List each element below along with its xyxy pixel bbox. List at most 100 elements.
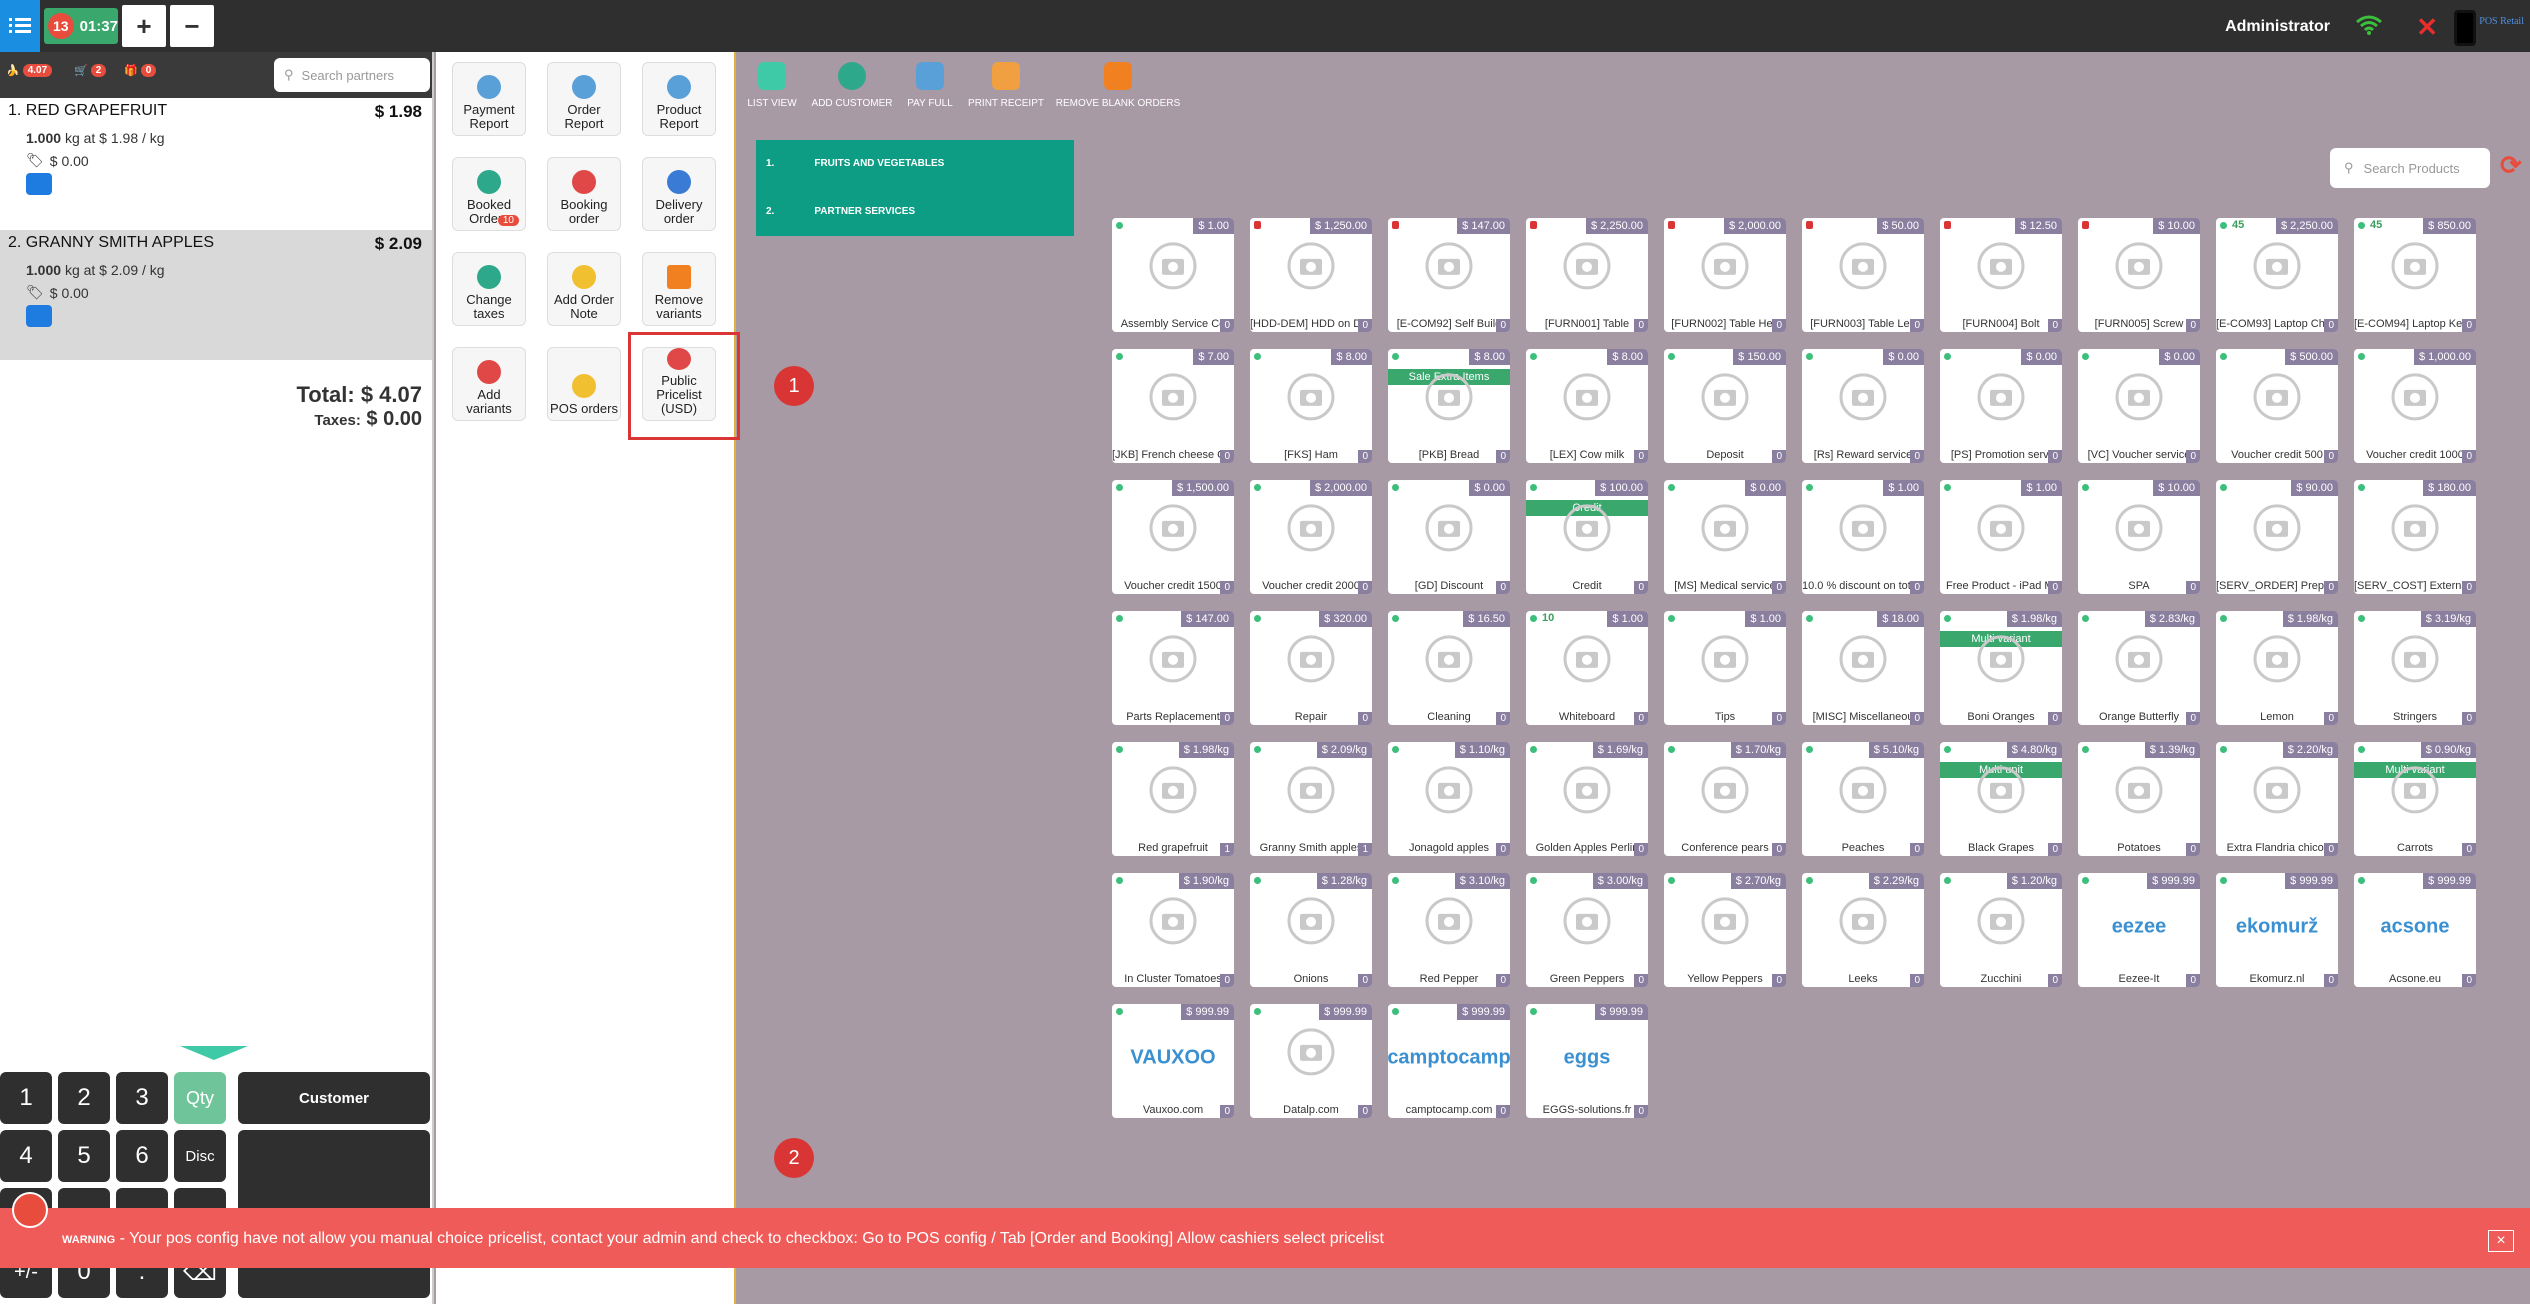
product-tile[interactable]: $ 2.29/kg Leeks 0 <box>1802 873 1924 987</box>
product-tile[interactable]: $ 1.00 Assembly Service Co 0 <box>1112 218 1234 332</box>
product-tile[interactable]: $ 0.00 [GD] Discount 0 <box>1388 480 1510 594</box>
key-5[interactable]: 5 <box>58 1130 110 1182</box>
product-tile[interactable]: $ 999.99 eezee Eezee-It 0 <box>2078 873 2200 987</box>
product-tile[interactable]: $ 1,000.00 Voucher credit 1000 0 <box>2354 349 2476 463</box>
product-tile[interactable]: $ 999.99 Datalp.com 0 <box>1250 1004 1372 1118</box>
close-icon[interactable]: ✕ <box>2416 12 2438 43</box>
product-tile[interactable]: $ 10.00 [FURN005] Screw 0 <box>2078 218 2200 332</box>
product-tile[interactable]: $ 1.98/kg Multi variant Boni Oranges 0 <box>1940 611 2062 725</box>
product-tile[interactable]: $ 2.70/kg Yellow Peppers 0 <box>1664 873 1786 987</box>
product-report-button[interactable]: Product Report <box>642 62 716 136</box>
print-receipt-button[interactable]: PRINT RECEIPT <box>951 62 1061 109</box>
customer-button[interactable]: Customer <box>238 1072 430 1124</box>
product-tile[interactable]: 10 $ 1.00 Whiteboard 0 <box>1526 611 1648 725</box>
product-tile[interactable]: 45 $ 850.00 [E-COM94] Laptop Keypad 0 <box>2354 218 2476 332</box>
product-tile[interactable]: $ 1.00 10.0 % discount on total amount0 <box>1802 480 1924 594</box>
product-tile[interactable]: $ 1.28/kg Onions 0 <box>1250 873 1372 987</box>
product-tile[interactable]: $ 180.00 [SERV_COST] External Audit0 <box>2354 480 2476 594</box>
product-tile[interactable]: $ 16.50 Cleaning 0 <box>1388 611 1510 725</box>
partner-search[interactable]: ⚲ Search partners <box>274 58 430 92</box>
phone-icon[interactable] <box>2454 10 2476 46</box>
product-tile[interactable]: 45 $ 2,250.00 [E-COM93] Laptop Charger 0 <box>2216 218 2338 332</box>
key-1[interactable]: 1 <box>0 1072 52 1124</box>
current-order-tab[interactable]: 13 01:37 <box>44 8 118 44</box>
product-search[interactable]: ⚲ Search Products <box>2330 148 2490 188</box>
payment-report-button[interactable]: Payment Report <box>452 62 526 136</box>
product-tile[interactable]: $ 2.09/kg Granny Smith apples 1 <box>1250 742 1372 856</box>
product-tile[interactable]: $ 999.99 VAUXOO Vauxoo.com 0 <box>1112 1004 1234 1118</box>
notification-bell-icon[interactable] <box>12 1192 48 1228</box>
delete-order-button[interactable]: − <box>170 5 214 47</box>
key-6[interactable]: 6 <box>116 1130 168 1182</box>
product-search-input[interactable]: Search Products <box>2364 161 2460 176</box>
add-variants-button[interactable]: Add variants <box>452 347 526 421</box>
product-tile[interactable]: $ 4.80/kg Multi unit Black Grapes 0 <box>1940 742 2062 856</box>
product-tile[interactable]: $ 999.99 camptocamp camptocamp.com 0 <box>1388 1004 1510 1118</box>
product-tile[interactable]: $ 10.00 SPA 0 <box>2078 480 2200 594</box>
product-tile[interactable]: $ 8.00 Sale Extra Items [PKB] Bread 0 <box>1388 349 1510 463</box>
category-partner-services[interactable]: 2. PARTNER SERVICES <box>766 206 915 217</box>
product-tile[interactable]: $ 0.00 [PS] Promotion servi 0 <box>1940 349 2062 463</box>
note-icon[interactable] <box>26 305 52 327</box>
key-3[interactable]: 3 <box>116 1072 168 1124</box>
product-tile[interactable]: $ 0.00 [VC] Voucher service 0 <box>2078 349 2200 463</box>
product-tile[interactable]: $ 1.98/kg Red grapefruit 1 <box>1112 742 1234 856</box>
product-tile[interactable]: $ 3.00/kg Green Peppers 0 <box>1526 873 1648 987</box>
product-tile[interactable]: $ 1.98/kg Lemon 0 <box>2216 611 2338 725</box>
product-tile[interactable]: $ 147.00 Parts Replacement 0 <box>1112 611 1234 725</box>
product-tile[interactable]: $ 0.00 [MS] Medical service 0 <box>1664 480 1786 594</box>
change-taxes-button[interactable]: Change taxes <box>452 252 526 326</box>
product-tile[interactable]: $ 0.00 [Rs] Reward service 0 <box>1802 349 1924 463</box>
product-tile[interactable]: $ 7.00 [JKB] French cheese Camembert0 <box>1112 349 1234 463</box>
add-order-note-button[interactable]: Add Order Note <box>547 252 621 326</box>
warning-close-button[interactable]: × <box>2488 1230 2514 1252</box>
new-order-button[interactable]: + <box>122 5 166 47</box>
chevron-down-icon[interactable] <box>180 1046 248 1060</box>
product-tile[interactable]: $ 5.10/kg Peaches 0 <box>1802 742 1924 856</box>
product-tile[interactable]: $ 18.00 [MISC] Miscellaneou 0 <box>1802 611 1924 725</box>
delivery-order-button[interactable]: Delivery order <box>642 157 716 231</box>
disc-mode-button[interactable]: Disc <box>174 1130 226 1182</box>
pos-orders-button[interactable]: POS orders <box>547 347 621 421</box>
order-report-button[interactable]: Order Report <box>547 62 621 136</box>
product-tile[interactable]: $ 1.10/kg Jonagold apples 0 <box>1388 742 1510 856</box>
product-tile[interactable]: $ 2.20/kg Extra Flandria chicor 0 <box>2216 742 2338 856</box>
product-tile[interactable]: $ 2,000.00 [FURN002] Table Hea 0 <box>1664 218 1786 332</box>
remove-variants-button[interactable]: Remove variants <box>642 252 716 326</box>
product-tile[interactable]: $ 2,000.00 Voucher credit 2000 0 <box>1250 480 1372 594</box>
product-tile[interactable]: $ 100.00 Credit Credit 0 <box>1526 480 1648 594</box>
booked-orders-button[interactable]: Booked Orders 10 <box>452 157 526 231</box>
note-icon[interactable] <box>26 173 52 195</box>
qty-mode-button[interactable]: Qty <box>174 1072 226 1124</box>
product-tile[interactable]: $ 1,250.00 [HDD-DEM] HDD on Demand0 <box>1250 218 1372 332</box>
key-2[interactable]: 2 <box>58 1072 110 1124</box>
product-tile[interactable]: $ 8.00 [FKS] Ham 0 <box>1250 349 1372 463</box>
order-line-selected[interactable]: 2. GRANNY SMITH APPLES $ 2.09 1.000 kg a… <box>0 230 432 360</box>
product-tile[interactable]: $ 150.00 Deposit 0 <box>1664 349 1786 463</box>
product-tile[interactable]: $ 8.00 [LEX] Cow milk 0 <box>1526 349 1648 463</box>
product-tile[interactable]: $ 999.99 eggs EGGS-solutions.fr 0 <box>1526 1004 1648 1118</box>
product-tile[interactable]: $ 1,500.00 Voucher credit 1500 0 <box>1112 480 1234 594</box>
remove-blank-orders-button[interactable]: REMOVE BLANK ORDERS <box>1056 62 1180 109</box>
product-tile[interactable]: $ 12.50 [FURN004] Bolt 0 <box>1940 218 2062 332</box>
booking-order-button[interactable]: Booking order <box>547 157 621 231</box>
category-fruits[interactable]: 1. FRUITS AND VEGETABLES <box>766 158 944 169</box>
product-tile[interactable]: $ 320.00 Repair 0 <box>1250 611 1372 725</box>
username[interactable]: Administrator <box>2225 18 2330 36</box>
order-line[interactable]: 1. RED GRAPEFRUIT $ 1.98 1.000 kg at $ 1… <box>0 98 432 228</box>
product-tile[interactable]: $ 3.19/kg Stringers 0 <box>2354 611 2476 725</box>
list-icon[interactable] <box>0 0 40 52</box>
product-tile[interactable]: $ 50.00 [FURN003] Table Leg 0 <box>1802 218 1924 332</box>
product-tile[interactable]: $ 1.00 Free Product - iPad Mi 0 <box>1940 480 2062 594</box>
product-tile[interactable]: $ 1.70/kg Conference pears 0 <box>1664 742 1786 856</box>
product-tile[interactable]: $ 1.90/kg In Cluster Tomatoes 0 <box>1112 873 1234 987</box>
product-tile[interactable]: $ 2.83/kg Orange Butterfly 0 <box>2078 611 2200 725</box>
key-4[interactable]: 4 <box>0 1130 52 1182</box>
product-tile[interactable]: $ 999.99 ekomurž Ekomurz.nl 0 <box>2216 873 2338 987</box>
product-tile[interactable]: $ 500.00 Voucher credit 500 0 <box>2216 349 2338 463</box>
product-tile[interactable]: $ 1.69/kg Golden Apples Perlin 0 <box>1526 742 1648 856</box>
product-tile[interactable]: $ 1.00 Tips 0 <box>1664 611 1786 725</box>
product-tile[interactable]: $ 147.00 [E-COM92] Self Build 0 <box>1388 218 1510 332</box>
refresh-icon[interactable]: ⟳ <box>2500 150 2522 181</box>
product-tile[interactable]: $ 1.20/kg Zucchini 0 <box>1940 873 2062 987</box>
